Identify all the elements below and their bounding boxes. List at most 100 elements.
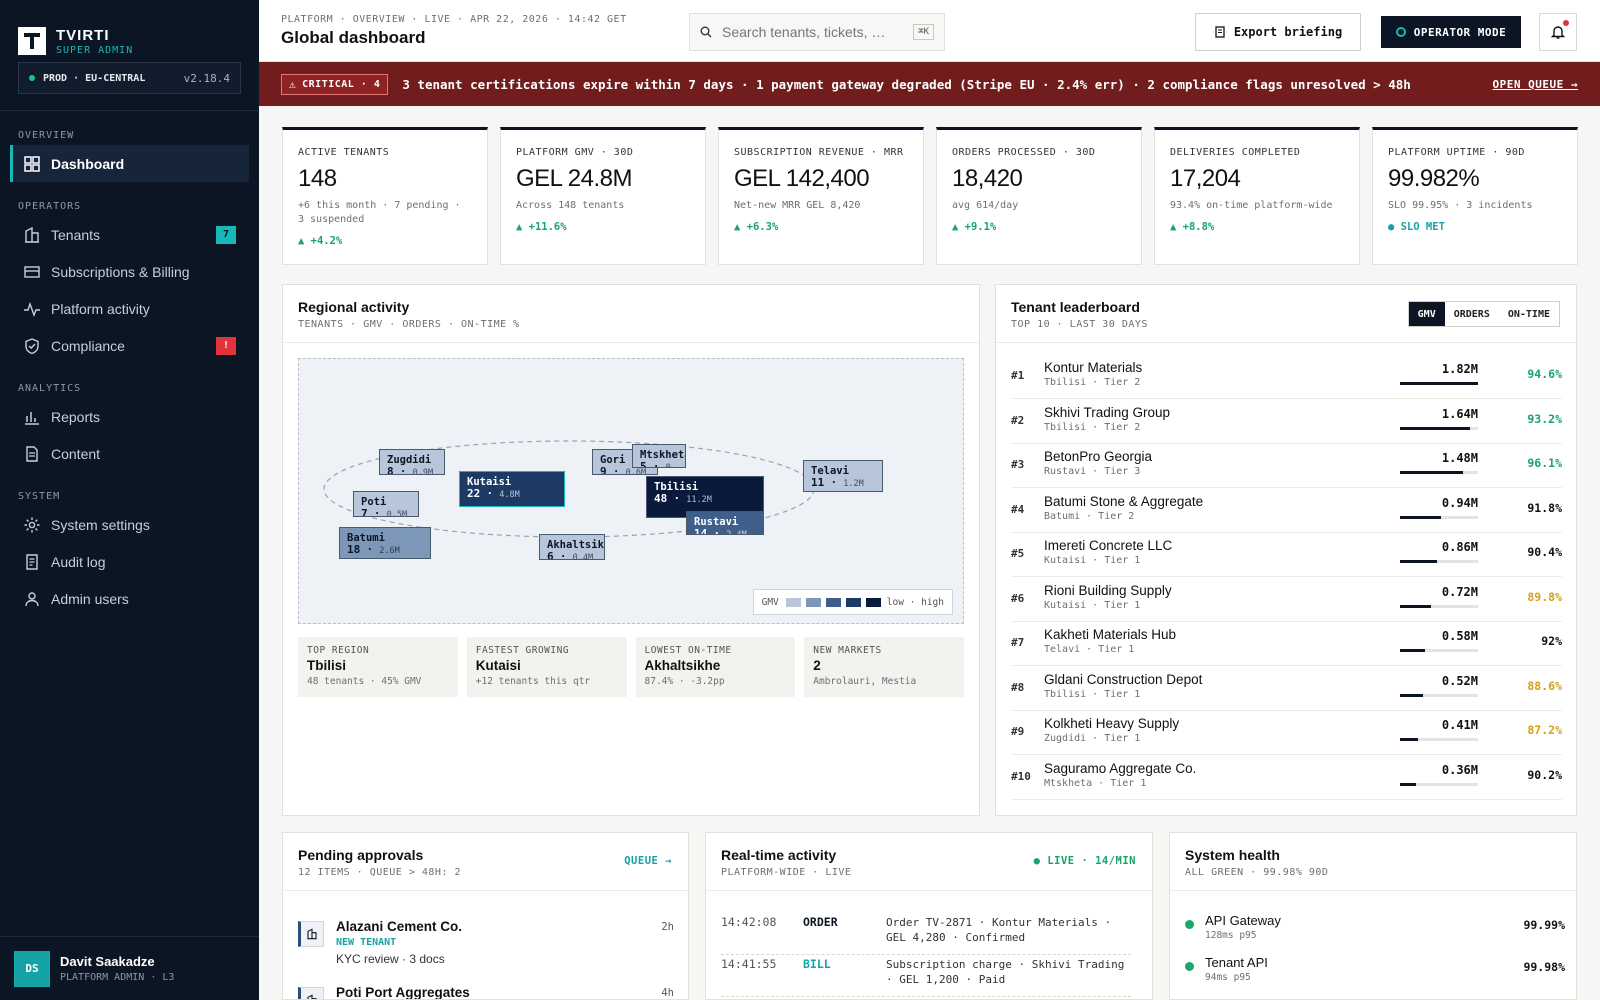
notifications-button[interactable] <box>1539 13 1577 51</box>
status-dot-icon <box>1185 962 1194 971</box>
leaderboard-row[interactable]: #8 Gldani Construction Depot Tbilisi · Tie… <box>1011 667 1562 711</box>
tenant-location: Rustavi · Tier 3 <box>1044 466 1141 477</box>
live-indicator: ● LIVE · 14/MIN <box>1034 855 1136 867</box>
approval-detail: KYC review · 3 docs <box>336 952 445 966</box>
activity-item[interactable]: 14:41:55 BILL Subscription charge · Skhivi… <box>721 955 1131 997</box>
kpi-card[interactable]: SUBSCRIPTION REVENUE · MRR GEL 142,400 Net… <box>718 127 924 265</box>
kpi-card[interactable]: PLATFORM UPTIME · 90D 99.982% SLO 99.95% ·… <box>1372 127 1578 265</box>
kpi-card[interactable]: DELIVERIES COMPLETED 17,204 93.4% on-time … <box>1154 127 1360 265</box>
kpi-label: SUBSCRIPTION REVENUE · MRR <box>734 147 904 158</box>
approval-tag: NEW TENANT <box>336 937 397 948</box>
region-tenants: 11 <box>811 476 825 489</box>
region-gmv: 4.8M <box>499 490 520 500</box>
sidebar-item-reports[interactable]: Reports <box>10 398 249 435</box>
gmv-bar-track <box>1400 515 1478 519</box>
region-gmv: 0.6M <box>625 468 647 475</box>
tab-gmv[interactable]: GMV <box>1408 302 1445 326</box>
leaderboard-row[interactable]: #1 Kontur Materials Tbilisi · Tier 2 1.82M 9… <box>1011 355 1562 399</box>
tenant-ontime: 92% <box>1541 634 1562 648</box>
tenant-gmv: 1.48M <box>1441 451 1478 465</box>
leaderboard-row[interactable]: #5 Imereti Concrete LLC Kutaisi · Tier 1 0.… <box>1011 533 1562 577</box>
environment-label: PROD · EU-CENTRAL <box>43 72 146 84</box>
region-node-telavi[interactable]: Telavi 11 · 1.2M <box>803 460 883 492</box>
activity-item[interactable]: 14:42:08 ORDER Order TV-2871 · Kontur Mate… <box>721 913 1131 955</box>
region-node-batumi[interactable]: Batumi 18 · 2.6M <box>339 527 431 559</box>
tenant-ontime: 94.6% <box>1527 367 1562 381</box>
kpi-card[interactable]: ACTIVE TENANTS 148 +6 this month · 7 pendi… <box>282 127 488 265</box>
kpi-card[interactable]: ORDERS PROCESSED · 30D 18,420 avg 614/day ▲… <box>936 127 1142 265</box>
region-gmv: 11.2M <box>686 495 712 505</box>
leaderboard-row[interactable]: #9 Kolkheti Heavy Supply Zugdidi · Tier 1 0… <box>1011 711 1562 755</box>
health-item[interactable]: API Gateway 128ms p95 99.99% <box>1185 913 1565 953</box>
sidebar-item-admin-users[interactable]: Admin users <box>10 580 249 617</box>
sidebar-item-subscriptions-billing[interactable]: Subscriptions & Billing <box>10 253 249 290</box>
region-metrics: 22 · 4.8M <box>467 487 520 501</box>
approval-item[interactable]: Alazani Cement Co. NEW TENANT KYC review ·… <box>298 919 674 971</box>
region-node-zugdidi[interactable]: Zugdidi 8 · 0.9M <box>379 449 445 475</box>
environment-badge[interactable]: PROD · EU-CENTRAL v2.18.4 <box>18 62 241 94</box>
critical-badge-label: CRITICAL · 4 <box>302 78 381 90</box>
sidebar-item-label: Platform activity <box>51 300 150 317</box>
leaderboard-row[interactable]: #7 Kakheti Materials Hub Telavi · Tier 1 0.… <box>1011 622 1562 666</box>
sidebar-item-label: Content <box>51 445 101 462</box>
panel-subtitle: TENANTS · GMV · ORDERS · ON-TIME % <box>298 319 520 330</box>
tenant-location: Kutaisi · Tier 1 <box>1044 555 1141 566</box>
user-profile[interactable]: DS Davit Saakadze PLATFORM ADMIN · L3 <box>0 936 259 1000</box>
kpi-value: GEL 142,400 <box>734 165 870 192</box>
queue-link[interactable]: QUEUE → <box>624 855 672 867</box>
gmv-bar-track <box>1400 738 1478 741</box>
sidebar-item-compliance[interactable]: Compliance! <box>10 327 249 364</box>
brand[interactable]: TVIRTI SUPER ADMIN <box>0 0 259 62</box>
legend-swatch <box>785 597 801 607</box>
region-gmv: 2.6M <box>379 546 400 556</box>
sidebar-item-platform-activity[interactable]: Platform activity <box>10 290 249 327</box>
leaderboard-row[interactable]: #10 Saguramo Aggregate Co. Mtskheta · Tier… <box>1011 756 1562 800</box>
export-icon <box>1215 26 1225 38</box>
region-node-mtskheta[interactable]: Mtskheta 5 · 0 <box>632 444 686 468</box>
region-node-rustavi[interactable]: Rustavi 14 · 2.4M <box>686 511 764 535</box>
region-gmv: 2.4M <box>726 530 747 535</box>
search-input[interactable] <box>722 24 890 40</box>
sidebar-item-dashboard[interactable]: Dashboard <box>10 145 249 182</box>
service-uptime: 99.98% <box>1523 960 1565 974</box>
legend-swatches <box>781 597 881 607</box>
region-node-poti[interactable]: Poti 7 · 0.5M <box>353 491 419 517</box>
tenant-name: Skhivi Trading Group <box>1044 404 1171 420</box>
region-tenants: 48 <box>654 492 668 505</box>
kpi-value: 99.982% <box>1388 165 1480 192</box>
approval-name: Poti Port Aggregates <box>336 985 470 1000</box>
activity-icon <box>24 301 40 317</box>
operator-mode-button[interactable]: OPERATOR MODE <box>1381 16 1521 48</box>
service-latency: 94ms p95 <box>1205 972 1251 983</box>
sidebar-item-content[interactable]: Content <box>10 435 249 472</box>
sidebar-item-tenants[interactable]: Tenants 7 <box>10 216 249 253</box>
leaderboard-row[interactable]: #6 Rioni Building Supply Kutaisi · Tier 1 0… <box>1011 578 1562 622</box>
leaderboard-row[interactable]: #4 Batumi Stone & Aggregate Batumi · Tier … <box>1011 489 1562 533</box>
service-uptime: 99.99% <box>1523 918 1565 932</box>
sidebar-section-title: OVERVIEW <box>18 130 75 141</box>
search-box[interactable]: ⌘K <box>689 13 945 51</box>
health-item[interactable]: Tenant API 94ms p95 99.98% <box>1185 955 1565 995</box>
region-node-kutaisi[interactable]: Kutaisi 22 · 4.8M <box>459 471 565 507</box>
approval-item[interactable]: Poti Port Aggregates 4h <box>298 985 674 1000</box>
sidebar-item-badge: ! <box>216 336 236 355</box>
kpi-subtext: avg 614/day <box>952 200 1019 211</box>
building-icon <box>25 226 39 243</box>
region-metrics: 14 · 2.4M <box>694 528 756 535</box>
service-name: Tenant API <box>1205 955 1268 970</box>
tenant-location: Mtskheta · Tier 1 <box>1044 777 1147 789</box>
sidebar-item-system-settings[interactable]: System settings <box>10 506 249 543</box>
rank: #9 <box>1011 725 1025 738</box>
rank: #10 <box>1011 769 1031 783</box>
export-briefing-button[interactable]: Export briefing <box>1195 13 1361 51</box>
open-queue-link[interactable]: OPEN QUEUE → <box>1493 78 1578 91</box>
tab-orders[interactable]: ORDERS <box>1445 302 1499 326</box>
sidebar-item-audit-log[interactable]: Audit log <box>10 543 249 580</box>
tab-on-time[interactable]: ON-TIME <box>1499 302 1559 326</box>
panel-header: System health ALL GREEN · 99.98% 90D <box>1170 833 1576 891</box>
kpi-card[interactable]: PLATFORM GMV · 30D GEL 24.8M Across 148 te… <box>500 127 706 265</box>
leaderboard-row[interactable]: #3 BetonPro Georgia Rustavi · Tier 3 1.48M 9… <box>1011 444 1562 488</box>
tenant-ontime: 90.4% <box>1527 545 1562 559</box>
leaderboard-row[interactable]: #2 Skhivi Trading Group Tbilisi · Tier 2 1.… <box>1011 400 1562 444</box>
region-node-akhaltsikhe[interactable]: Akhaltsikhe6 · 0.4M <box>539 534 605 560</box>
